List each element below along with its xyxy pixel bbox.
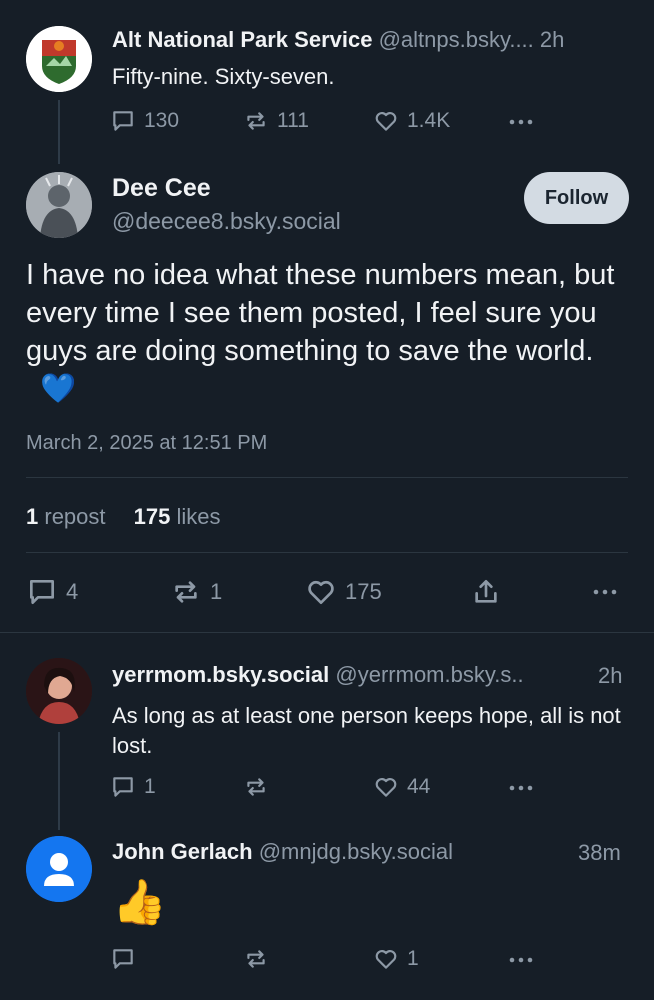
- profile-photo-icon: [26, 658, 92, 724]
- avatar-deecee[interactable]: [26, 172, 92, 238]
- share-button[interactable]: [470, 576, 502, 608]
- reply-button[interactable]: [110, 946, 136, 972]
- repost-button[interactable]: 111: [243, 108, 309, 134]
- more-icon: [509, 957, 533, 963]
- like-count: 1: [407, 947, 419, 970]
- engagement-stats: 1 repost 175 likes: [26, 504, 221, 530]
- repost-icon: [175, 581, 197, 603]
- avatar-altnps[interactable]: [26, 26, 92, 92]
- like-button[interactable]: 175: [305, 576, 382, 608]
- default-user-icon: [26, 836, 92, 902]
- reply-icon: [113, 777, 133, 797]
- divider: [26, 552, 628, 553]
- reply-text: As long as at least one person keeps hop…: [112, 703, 621, 758]
- repost-icon: [247, 950, 265, 968]
- more-options-button[interactable]: [588, 580, 622, 604]
- reply-button[interactable]: 130: [110, 108, 179, 134]
- author-handle[interactable]: @altnps.bsky.... 2h: [379, 27, 565, 52]
- avatar-default[interactable]: [26, 836, 92, 902]
- more-options-button[interactable]: [506, 110, 536, 134]
- heart-icon: [308, 580, 334, 604]
- post-body: I have no idea what these numbers mean, …: [26, 259, 615, 367]
- repost-stat[interactable]: 1 repost: [26, 504, 112, 529]
- post-text: Fifty-nine. Sixty-seven.: [112, 64, 335, 89]
- author-handle[interactable]: @yerrmom.bsky.s..: [335, 662, 523, 687]
- reply-button[interactable]: 4: [26, 576, 78, 608]
- repost-button[interactable]: [243, 774, 269, 800]
- repost-stat-label: repost: [44, 504, 106, 529]
- thread-line: [58, 732, 60, 830]
- blue-heart-emoji: 💙: [40, 373, 77, 405]
- repost-count: 1: [210, 579, 223, 604]
- author-name[interactable]: Dee Cee: [112, 174, 211, 203]
- like-count: 1.4K: [407, 109, 451, 132]
- like-stat-label: likes: [176, 504, 221, 529]
- like-button[interactable]: 44: [373, 774, 430, 800]
- like-count: 175: [345, 579, 382, 604]
- author-handle[interactable]: @mnjdg.bsky.social: [259, 839, 453, 864]
- reply-count: 130: [144, 109, 180, 132]
- divider: [26, 477, 628, 478]
- reply-icon: [113, 111, 133, 131]
- post-text: I have no idea what these numbers mean, …: [26, 256, 634, 408]
- more-icon: [509, 119, 533, 125]
- more-icon: [509, 785, 533, 791]
- like-stat[interactable]: 175 likes: [134, 504, 221, 529]
- heart-icon: [375, 112, 397, 131]
- avatar-yerrmom[interactable]: [26, 658, 92, 724]
- post-header: Alt National Park Service @altnps.bsky..…: [112, 27, 564, 53]
- reply-time: 38m: [578, 840, 621, 865]
- more-icon: [593, 589, 617, 595]
- author-name[interactable]: yerrmom.bsky.social: [112, 662, 329, 687]
- author-name[interactable]: Alt National Park Service: [112, 27, 372, 52]
- reply-count: 4: [66, 579, 79, 604]
- reply-header: John Gerlach @mnjdg.bsky.social: [112, 839, 453, 865]
- like-total: 175: [133, 504, 171, 529]
- reply-header: yerrmom.bsky.social @yerrmom.bsky.s..: [112, 662, 524, 688]
- repost-count: 111: [277, 109, 309, 132]
- reply-count: 1: [144, 775, 156, 798]
- repost-total: 1: [26, 504, 39, 529]
- repost-icon: [247, 112, 265, 130]
- more-options-button[interactable]: [506, 776, 536, 800]
- like-count: 44: [407, 775, 431, 798]
- reply-icon: [30, 580, 54, 604]
- author-name[interactable]: John Gerlach: [112, 839, 253, 864]
- follow-button[interactable]: Follow: [524, 172, 629, 224]
- author-handle[interactable]: @deecee8.bsky.social: [112, 208, 341, 235]
- reply-icon: [113, 949, 133, 969]
- heart-icon: [375, 950, 397, 969]
- reply-time: 2h: [598, 663, 623, 688]
- repost-button[interactable]: 1: [170, 576, 222, 608]
- thread-line: [58, 100, 60, 164]
- nps-logo-icon: [26, 26, 92, 92]
- post-timestamp: March 2, 2025 at 12:51 PM: [26, 432, 268, 454]
- statue-avatar-icon: [26, 172, 92, 238]
- repost-button[interactable]: [243, 946, 269, 972]
- thumbs-up-emoji: 👍: [112, 878, 167, 927]
- reply-button[interactable]: 1: [110, 774, 156, 800]
- repost-icon: [247, 778, 265, 796]
- section-divider: [0, 632, 654, 633]
- more-options-button[interactable]: [506, 948, 536, 972]
- share-icon: [475, 580, 497, 603]
- like-button[interactable]: 1.4K: [373, 108, 450, 134]
- like-button[interactable]: 1: [373, 946, 419, 972]
- heart-icon: [375, 778, 397, 797]
